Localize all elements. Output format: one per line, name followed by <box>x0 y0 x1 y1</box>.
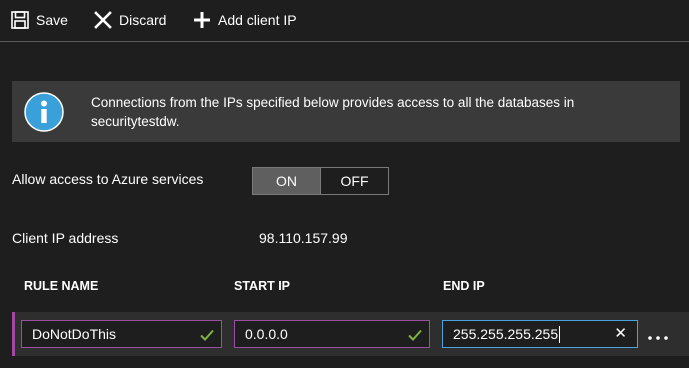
discard-label: Discard <box>119 12 167 28</box>
start-ip-input[interactable]: 0.0.0.0 <box>234 320 430 348</box>
allow-azure-services-label: Allow access to Azure services <box>12 171 204 187</box>
column-header-start-ip: START IP <box>234 279 291 293</box>
info-message: Connections from the IPs specified below… <box>91 95 575 129</box>
column-header-rule-name: RULE NAME <box>24 279 99 293</box>
ellipsis-icon[interactable] <box>647 330 669 340</box>
toggle-on-option[interactable]: ON <box>253 168 321 194</box>
discard-button[interactable]: Discard <box>94 9 166 31</box>
plus-icon <box>193 11 211 29</box>
toggle-off-option[interactable]: OFF <box>321 168 388 194</box>
save-button[interactable]: Save <box>11 9 68 31</box>
checkmark-icon <box>407 327 423 343</box>
clear-icon[interactable]: ✕ <box>614 326 627 342</box>
checkmark-icon <box>199 327 215 343</box>
client-ip-label: Client IP address <box>12 230 119 246</box>
info-banner: Connections from the IPs specified below… <box>12 81 680 142</box>
info-icon <box>12 81 76 142</box>
close-icon <box>94 11 112 29</box>
end-ip-value: 255.255.255.255 <box>453 326 559 342</box>
save-label: Save <box>36 12 68 28</box>
command-bar: Save Discard Add client IP <box>0 0 689 42</box>
save-icon <box>11 11 29 29</box>
client-ip-value: 98.110.157.99 <box>259 230 348 246</box>
allow-azure-services-toggle: ON OFF <box>252 167 389 195</box>
start-ip-value: 0.0.0.0 <box>245 326 288 342</box>
rule-name-input[interactable]: DoNotDoThis <box>21 320 222 348</box>
add-client-ip-button[interactable]: Add client IP <box>193 9 297 31</box>
firewall-settings-blade: Save Discard Add client IP Connections f… <box>0 0 689 368</box>
rule-name-value: DoNotDoThis <box>32 326 117 342</box>
text-cursor <box>559 325 561 343</box>
end-ip-input[interactable]: 255.255.255.255 ✕ <box>442 320 638 348</box>
add-client-ip-label: Add client IP <box>218 12 297 28</box>
column-header-end-ip: END IP <box>443 279 485 293</box>
